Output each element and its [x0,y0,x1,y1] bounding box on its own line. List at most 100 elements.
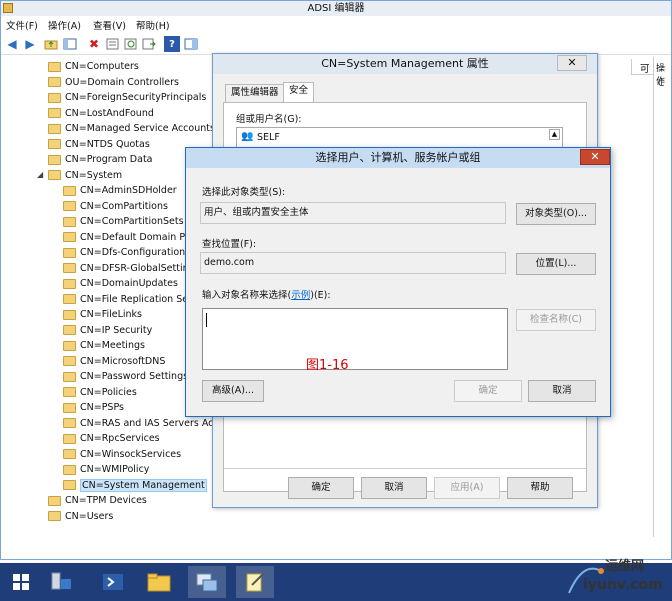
watermark-url: iyunv.com [583,577,663,593]
start-button[interactable] [2,566,40,598]
tree-item-psps[interactable]: CN=PSPs [63,400,124,415]
folder-icon [63,387,76,397]
tab-security[interactable]: 安全 [283,82,315,103]
window-title: ADSI 编辑器 [307,3,365,14]
tree-item-tpm-devices[interactable]: CN=TPM Devices [48,493,147,508]
tree-item-ntds-quotas[interactable]: CN=NTDS Quotas [48,137,150,152]
object-names-input[interactable] [202,308,508,370]
tree-item-file-replication-service[interactable]: CN=File Replication Ser [63,292,192,307]
menu-action[interactable]: 操作(A) [48,18,81,32]
folder-icon [63,433,76,444]
ok-button[interactable]: 确定 [454,380,522,402]
tree-item-domain-updates[interactable]: CN=DomainUpdates [63,276,178,291]
tree-item-com-partitions[interactable]: CN=ComPartitions [63,199,168,214]
tree-item-password-settings[interactable]: CN=Password Settings [63,369,188,384]
object-names-label: 输入对象名称来选择(示例)(E): [202,290,331,301]
delete-icon[interactable]: ✖ [86,36,102,52]
powershell-button[interactable] [94,566,132,598]
export-list-icon[interactable] [141,36,157,52]
title-bar: ADSI 编辑器 [1,1,671,16]
show-action-pane-icon[interactable] [183,36,199,52]
ok-button[interactable]: 确定 [288,477,354,499]
tree-item-ip-security[interactable]: CN=IP Security [63,323,152,338]
folder-icon [48,123,61,134]
refresh-icon[interactable] [123,36,139,52]
forward-icon[interactable]: ▶ [22,36,38,52]
folder-icon [48,92,61,103]
action-pane-item[interactable]: C [658,79,664,89]
folder-icon [63,247,76,258]
folder-icon [48,108,61,118]
tab-attribute-editor[interactable]: 属性编辑器 [225,84,285,102]
up-folder-icon[interactable] [43,36,59,52]
location-field: demo.com [200,252,506,274]
tree-item-rpc-services[interactable]: CN=RpcServices [63,431,160,446]
menu-file[interactable]: 文件(F) [6,18,38,32]
folder-icon [63,402,76,413]
apply-button[interactable]: 应用(A) [434,477,500,499]
tree-item-ras-and-ias-servers[interactable]: CN=RAS and IAS Servers Acc [63,416,213,431]
list-item-self[interactable]: SELF [257,132,280,143]
close-icon[interactable]: ✕ [557,55,587,71]
notepad-taskbar-button[interactable] [236,566,274,598]
scroll-up-icon[interactable]: ▲ [549,129,560,140]
adsi-edit-taskbar-button[interactable] [188,566,226,598]
tree-item-dfsr-global-settings[interactable]: CN=DFSR-GlobalSetting [63,261,195,276]
folder-icon [63,449,76,459]
tree-item-policies[interactable]: CN=Policies [63,385,137,400]
menu-help[interactable]: 帮助(H) [136,18,170,32]
tree-item-microsoft-dns[interactable]: CN=MicrosoftDNS [63,354,165,369]
tree-item-com-partition-sets[interactable]: CN=ComPartitionSets [63,214,184,229]
show-hide-tree-icon[interactable] [62,36,78,52]
examples-link[interactable]: 示例 [291,290,310,301]
tree-item-default-domain-policy[interactable]: CN=Default Domain Po [63,230,191,245]
tree-item-program-data[interactable]: CN=Program Data [48,152,153,167]
close-icon[interactable]: ✕ [580,149,610,165]
cancel-button[interactable]: 取消 [528,380,596,402]
divider [224,468,586,469]
adsi-edit-icon [196,573,218,592]
tree-item-file-links[interactable]: CN=FileLinks [63,307,142,322]
tree-item-foreign-security-principals[interactable]: CN=ForeignSecurityPrincipals [48,90,206,105]
server-manager-button[interactable] [42,566,80,598]
folder-icon [48,139,61,149]
properties-icon[interactable] [105,36,121,52]
tree-item-lost-and-found[interactable]: CN=LostAndFound [48,106,154,121]
app-icon [3,3,13,13]
notepad-icon [246,573,264,592]
cancel-button[interactable]: 取消 [361,477,427,499]
select-users-dialog: 选择用户、计算机、服务帐户或组 ✕ 选择此对象类型(S): 用户、组或内置安全主… [185,147,611,417]
tree-item-computers[interactable]: CN=Computers [48,59,139,74]
folder-icon [63,201,76,211]
menu-view[interactable]: 查看(V) [93,18,126,32]
select-dialog-title: 选择用户、计算机、服务帐户或组 [186,148,610,168]
help-button[interactable]: 帮助 [507,477,573,499]
watermark-site: 运维网 [605,559,645,574]
file-explorer-button[interactable] [140,566,178,598]
object-types-button[interactable]: 对象类型(O)... [516,203,596,225]
folder-icon [63,340,76,351]
tree-item-wmi-policy[interactable]: CN=WMIPolicy [63,462,149,477]
tree-item-system[interactable]: CN=System [48,168,122,183]
tree-item-system-management[interactable]: CN=System Management [63,478,207,493]
back-icon[interactable]: ◀ [4,36,20,52]
collapse-system-icon[interactable]: ◢ [37,170,43,179]
tree-item-meetings[interactable]: CN=Meetings [63,338,145,353]
tree-item-users[interactable]: CN=Users [48,509,113,524]
windows-logo-icon [13,574,29,590]
advanced-button[interactable]: 高级(A)... [202,380,264,402]
tree-item-dfs-configuration[interactable]: CN=Dfs-Configuration [63,245,185,260]
column-header-label: 可 [640,64,650,75]
help-icon[interactable]: ? [164,36,180,52]
object-type-field: 用户、组或内置安全主体 [200,202,506,224]
tree-item-winsock-services[interactable]: CN=WinsockServices [63,447,181,462]
action-pane: 操作 C [653,57,671,537]
folder-icon [48,170,61,180]
folder-icon [48,154,61,165]
tree-item-domain-controllers[interactable]: OU=Domain Controllers [48,75,179,90]
tree-item-admin-sd-holder[interactable]: CN=AdminSDHolder [63,183,177,198]
folder-icon [63,464,76,475]
locations-button[interactable]: 位置(L)... [516,253,596,275]
tree-item-managed-service-accounts[interactable]: CN=Managed Service Accounts [48,121,213,136]
check-names-button[interactable]: 检查名称(C) [516,309,596,331]
